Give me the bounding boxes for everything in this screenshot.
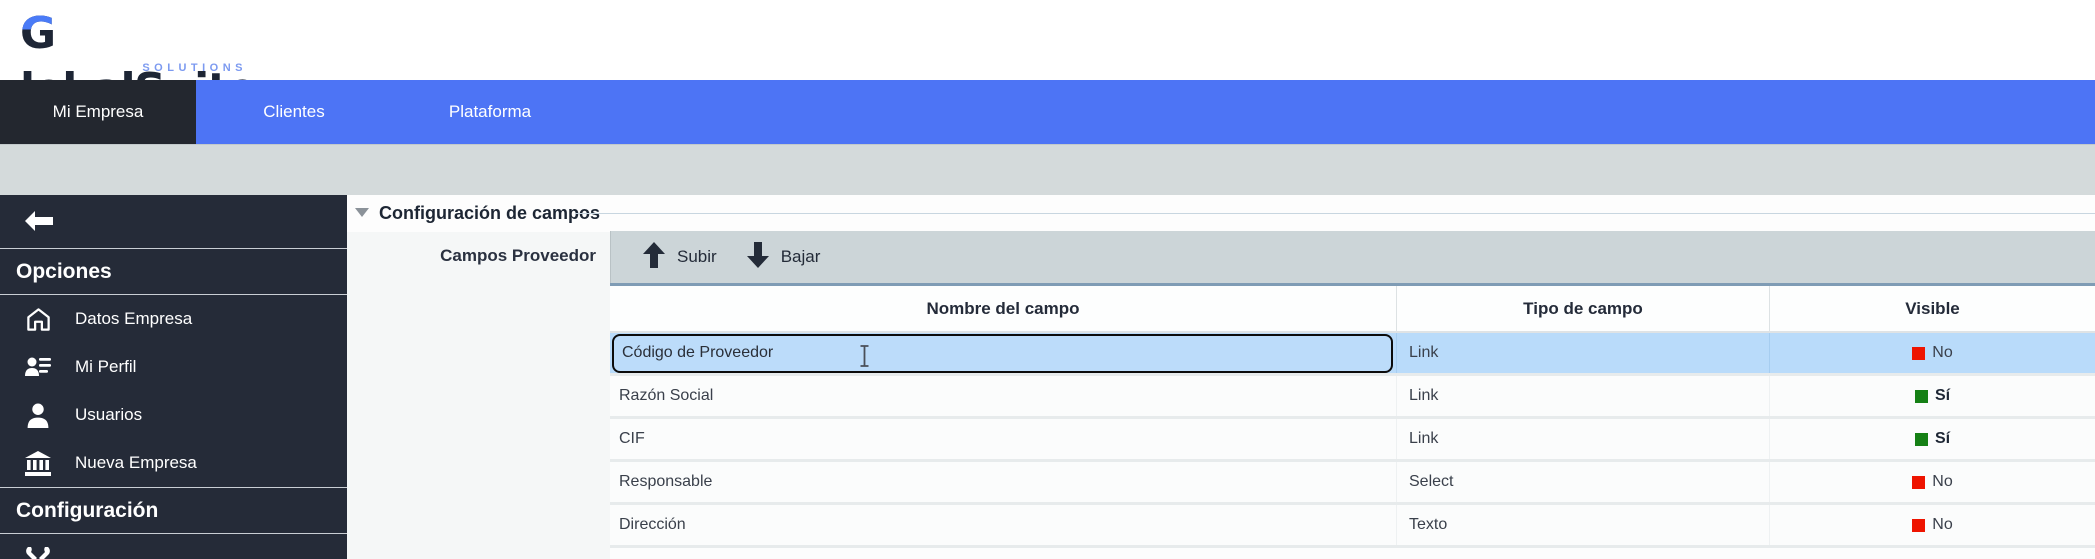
move-down-button[interactable]: Bajar — [739, 238, 829, 277]
field-type-cell[interactable]: Link — [1397, 376, 1770, 416]
sidebar-item-label: Usuarios — [75, 405, 142, 425]
visibility-status-icon — [1912, 347, 1925, 360]
table-row[interactable]: Razón Social Link Sí — [610, 376, 2095, 419]
profile-card-icon — [24, 353, 52, 381]
column-header-visible[interactable]: Visible — [1770, 286, 2095, 331]
sidebar-item-label: Mi Perfil — [75, 357, 136, 377]
sub-header-band — [0, 144, 2095, 195]
main-content: Configuración de campos Campos Proveedor… — [347, 195, 2095, 559]
visibility-status-icon — [1915, 433, 1928, 446]
table-row[interactable]: CIF Link Sí — [610, 419, 2095, 462]
move-up-button[interactable]: Subir — [635, 238, 725, 277]
column-header-nombre[interactable]: Nombre del campo — [610, 286, 1397, 331]
text-cursor-icon — [857, 344, 872, 373]
bank-icon — [24, 449, 52, 477]
field-label-column: Campos Proveedor — [347, 232, 610, 559]
visibility-status-icon — [1912, 476, 1925, 489]
sidebar-item-label: Nueva Empresa — [75, 453, 197, 473]
sidebar-item-datos-empresa[interactable]: Datos Empresa — [0, 295, 347, 343]
field-name-cell[interactable]: Dirección — [610, 505, 1397, 545]
arrow-up-icon — [643, 242, 665, 273]
panel-header-rule — [575, 213, 2095, 214]
panel-title: Configuración de campos — [379, 203, 600, 224]
table-row[interactable]: Código de Proveedor Link No — [610, 333, 2095, 376]
collapse-caret-icon[interactable] — [355, 208, 369, 217]
sidebar-heading-opciones: Opciones — [0, 249, 347, 294]
table-toolbar: Subir Bajar — [610, 231, 2095, 283]
field-visible-cell[interactable]: Sí — [1770, 376, 2095, 416]
column-header-tipo[interactable]: Tipo de campo — [1397, 286, 1770, 331]
tools-icon — [24, 544, 52, 559]
home-icon — [24, 305, 52, 333]
sidebar-item-partial[interactable] — [0, 534, 347, 559]
field-type-cell[interactable]: Link — [1397, 333, 1770, 373]
field-type-cell[interactable]: Link — [1397, 419, 1770, 459]
top-header: GGlobalSuite SOLUTIONS — [0, 0, 2095, 80]
field-name-cell: Código de Proveedor — [610, 333, 1397, 373]
collapse-sidebar-button[interactable] — [0, 195, 347, 248]
field-label: Campos Proveedor — [440, 246, 596, 266]
nav-tab-clientes[interactable]: Clientes — [196, 80, 392, 144]
main-navbar: Mi Empresa Clientes Plataforma — [0, 80, 2095, 144]
table-row-partial — [610, 548, 2095, 558]
globalsuite-logo[interactable]: GGlobalSuite SOLUTIONS — [20, 6, 250, 76]
table-header-row: Nombre del campo Tipo de campo Visible — [610, 286, 2095, 333]
sidebar-item-usuarios[interactable]: Usuarios — [0, 391, 347, 439]
sidebar-item-label: Datos Empresa — [75, 309, 192, 329]
sidebar-item-mi-perfil[interactable]: Mi Perfil — [0, 343, 347, 391]
sidebar-heading-configuracion: Configuración — [0, 488, 347, 533]
panel-header: Configuración de campos — [347, 195, 2095, 232]
table-row[interactable]: Dirección Texto No — [610, 505, 2095, 548]
field-visible-cell[interactable]: No — [1770, 505, 2095, 545]
sidebar: Opciones Datos Empresa Mi Perfil Usuario… — [0, 195, 347, 559]
field-type-cell[interactable]: Texto — [1397, 505, 1770, 545]
arrow-down-icon — [747, 242, 769, 273]
campos-table: Nombre del campo Tipo de campo Visible C… — [610, 283, 2095, 559]
back-arrow-icon — [22, 220, 56, 237]
nav-tab-plataforma[interactable]: Plataforma — [392, 80, 588, 144]
field-name-cell[interactable]: Razón Social — [610, 376, 1397, 416]
field-name-cell[interactable]: Responsable — [610, 462, 1397, 502]
field-type-cell[interactable]: Select — [1397, 462, 1770, 502]
app-window: GGlobalSuite SOLUTIONS Mi Empresa Client… — [0, 0, 2095, 559]
visibility-status-icon — [1912, 519, 1925, 532]
field-visible-cell[interactable]: No — [1770, 333, 2095, 373]
field-visible-cell[interactable]: No — [1770, 462, 2095, 502]
field-visible-cell[interactable]: Sí — [1770, 419, 2095, 459]
sidebar-item-nueva-empresa[interactable]: Nueva Empresa — [0, 439, 347, 487]
logo-tagline: SOLUTIONS — [142, 62, 247, 74]
user-icon — [24, 401, 52, 429]
visibility-status-icon — [1915, 390, 1928, 403]
field-name-input[interactable]: Código de Proveedor — [612, 334, 1393, 373]
table-row[interactable]: Responsable Select No — [610, 462, 2095, 505]
field-name-cell[interactable]: CIF — [610, 419, 1397, 459]
nav-tab-mi-empresa[interactable]: Mi Empresa — [0, 80, 196, 144]
